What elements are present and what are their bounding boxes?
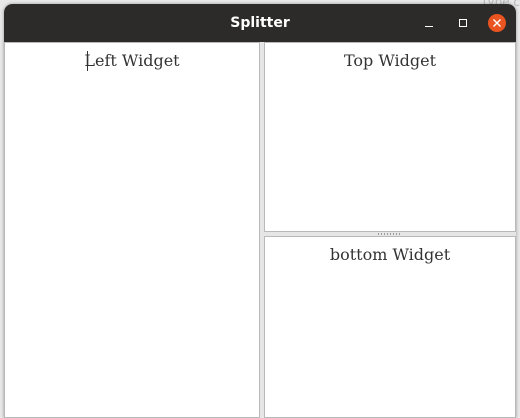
minimize-button[interactable] [420,14,438,32]
maximize-icon [459,19,467,27]
maximize-button[interactable] [454,14,472,32]
splitter-area: Left Widget Top Widget bottom Widget [4,42,516,418]
left-widget-label: Left Widget [84,51,180,70]
bottom-widget-label: bottom Widget [329,245,451,264]
title-bar[interactable]: Splitter [4,4,516,42]
left-widget-panel[interactable]: Left Widget [4,42,260,418]
close-icon [493,19,501,27]
top-widget-panel[interactable]: Top Widget [264,42,516,232]
splitter-grip-icon [378,233,402,235]
close-button[interactable] [488,14,506,32]
window-title: Splitter [230,15,290,31]
minimize-icon [425,26,433,27]
splitter-window: Splitter Left Widget Top Widget bottom W [4,4,516,418]
top-widget-label: Top Widget [343,51,437,70]
bottom-widget-panel[interactable]: bottom Widget [264,236,516,418]
